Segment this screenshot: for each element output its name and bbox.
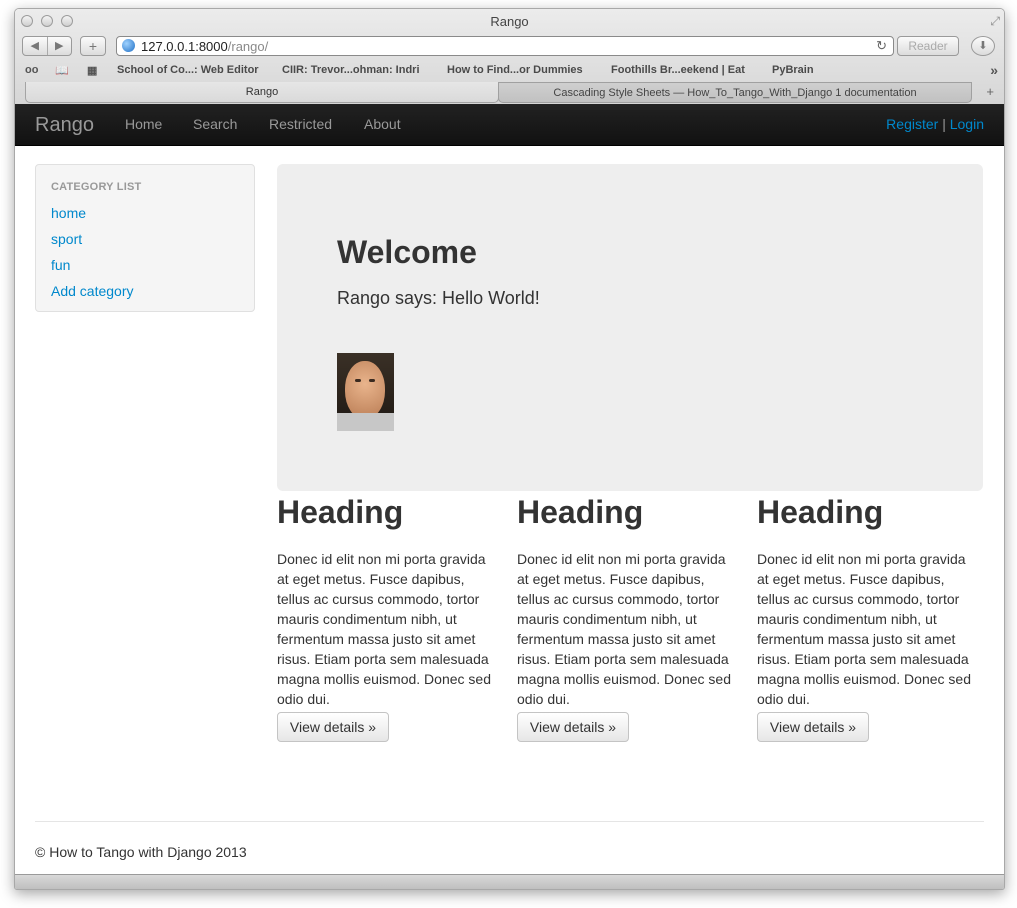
column-heading: Heading: [757, 494, 884, 530]
view-details-button[interactable]: View details »: [757, 712, 869, 742]
reader-button[interactable]: Reader: [897, 36, 959, 56]
reading-list-icon[interactable]: oo: [25, 64, 38, 76]
nav-restricted[interactable]: Restricted: [269, 116, 332, 132]
tab-bar: Rango Cascading Style Sheets — How_To_Ta…: [15, 82, 1004, 104]
auth-links: Register | Login: [886, 116, 984, 132]
back-forward-buttons: ◀ ▶: [22, 36, 72, 56]
top-navbar: Rango Home Search Restricted About Regis…: [15, 104, 1004, 146]
column-text: Donec id elit non mi porta gravida at eg…: [517, 551, 731, 707]
category-list-header: CATEGORY LIST: [51, 181, 142, 193]
nav-search[interactable]: Search: [193, 116, 237, 132]
category-link-home[interactable]: home: [51, 205, 86, 221]
nav-home[interactable]: Home: [125, 116, 162, 132]
category-link-sport[interactable]: sport: [51, 231, 82, 247]
bookmarks-overflow-icon[interactable]: »: [990, 62, 998, 78]
browser-chrome: Rango ⤢ ◀ ▶ + 127.0.0.1:8000/rango/ ↻ Re…: [15, 9, 1004, 105]
url-path: /rango/: [227, 39, 269, 54]
reload-icon[interactable]: ↻: [876, 38, 887, 54]
new-tab-icon[interactable]: +: [986, 84, 994, 99]
column-heading: Heading: [277, 494, 404, 530]
browser-toolbar: ◀ ▶ + 127.0.0.1:8000/rango/ ↻ Reader ⬇: [15, 35, 1004, 61]
tab-rango[interactable]: Rango: [25, 82, 499, 103]
hero-title: Welcome: [337, 234, 477, 270]
footer-copyright: © How to Tango with Django 2013: [35, 844, 247, 860]
status-bar: [15, 874, 1004, 889]
fullscreen-icon[interactable]: ⤢: [990, 14, 1000, 29]
bookmark-item[interactable]: Foothills Br...eekend | Eat: [611, 64, 745, 76]
title-bar: Rango ⤢: [15, 9, 1004, 35]
column-text: Donec id elit non mi porta gravida at eg…: [757, 551, 971, 707]
bookmark-item[interactable]: School of Co...: Web Editor: [117, 64, 259, 76]
footer-divider: [35, 821, 984, 822]
browser-window: Rango ⤢ ◀ ▶ + 127.0.0.1:8000/rango/ ↻ Re…: [14, 8, 1005, 890]
view-details-button[interactable]: View details »: [517, 712, 629, 742]
column-heading: Heading: [517, 494, 644, 530]
add-bookmark-button[interactable]: +: [80, 36, 106, 56]
back-button[interactable]: ◀: [23, 37, 48, 55]
bookmark-item[interactable]: PyBrain: [772, 64, 814, 76]
register-link[interactable]: Register: [886, 116, 938, 132]
category-link-fun[interactable]: fun: [51, 257, 70, 273]
downloads-icon[interactable]: ⬇: [971, 36, 995, 56]
globe-icon: [122, 39, 135, 52]
top-sites-grid-icon[interactable]: ▦: [87, 64, 97, 77]
hero-text: Rango says: Hello World!: [337, 288, 540, 308]
tab-css-docs[interactable]: Cascading Style Sheets — How_To_Tango_Wi…: [498, 82, 972, 103]
url-host: 127.0.0.1:8000: [141, 39, 228, 54]
address-bar[interactable]: 127.0.0.1:8000/rango/ ↻: [116, 36, 894, 56]
bookmarks-book-icon[interactable]: 📖: [55, 64, 69, 77]
window-title: Rango: [490, 14, 529, 29]
login-link[interactable]: Login: [950, 116, 984, 132]
category-sidebar: CATEGORY LIST home sport fun Add categor…: [35, 164, 255, 312]
column-text: Donec id elit non mi porta gravida at eg…: [277, 551, 491, 707]
bookmark-item[interactable]: CIIR: Trevor...ohman: Indri: [282, 64, 420, 76]
forward-button[interactable]: ▶: [48, 37, 72, 55]
hero-unit: Welcome Rango says: Hello World!: [277, 164, 983, 491]
brand-link[interactable]: Rango: [35, 114, 94, 137]
bookmark-item[interactable]: How to Find...or Dummies: [447, 64, 583, 76]
view-details-button[interactable]: View details »: [277, 712, 389, 742]
auth-separator: |: [942, 116, 946, 132]
nav-about[interactable]: About: [364, 116, 401, 132]
url-text[interactable]: 127.0.0.1:8000/rango/: [141, 39, 268, 54]
bookmarks-bar: oo 📖 ▦ School of Co...: Web Editor CIIR:…: [15, 61, 1004, 81]
add-category-link[interactable]: Add category: [51, 283, 134, 299]
page-content: Rango Home Search Restricted About Regis…: [15, 104, 1004, 874]
profile-photo: [337, 353, 394, 431]
